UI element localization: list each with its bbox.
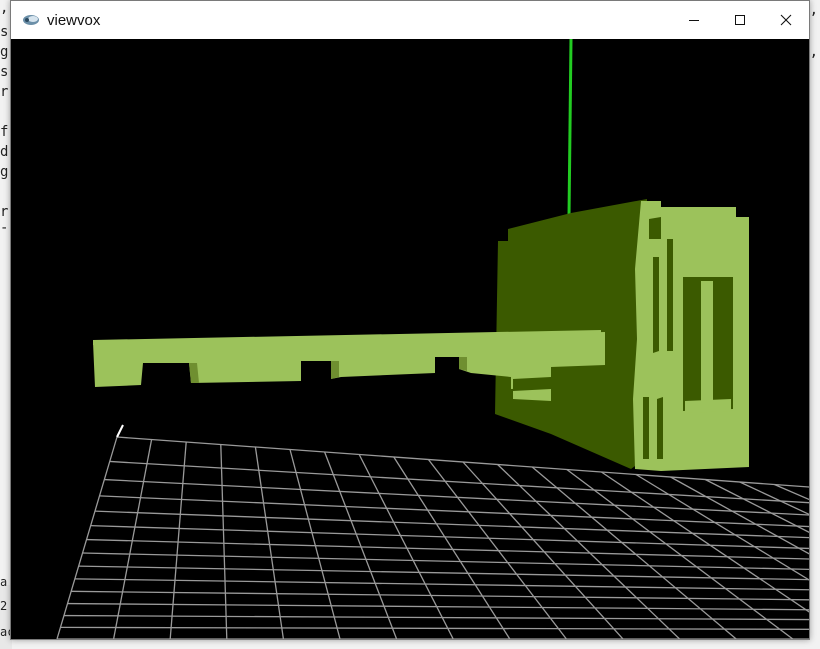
close-icon (780, 14, 792, 26)
model-shaft-shade (331, 361, 339, 379)
viewvox-window: viewvox (10, 0, 810, 640)
terminal-fragment: a (0, 575, 8, 589)
model-notch (649, 217, 661, 239)
model-notch (667, 239, 673, 351)
voxel-scene (56, 39, 809, 639)
title-bar[interactable]: viewvox (11, 1, 809, 39)
grid-line (704, 478, 809, 533)
viewvox-app-icon (19, 10, 43, 30)
terminal-fragment: d (0, 144, 9, 160)
minimize-button[interactable] (671, 1, 717, 39)
model-window-ledge (685, 399, 731, 413)
model-shaft-shade (513, 389, 551, 401)
grid-line (74, 578, 809, 591)
maximize-icon (735, 15, 745, 25)
terminal-fragment: s (0, 24, 9, 40)
terminal-fragment: g (0, 44, 9, 60)
terminal-fragment: - (0, 220, 9, 236)
grid-line (254, 446, 285, 639)
z-axis-line (567, 39, 573, 218)
grid-line (56, 436, 118, 639)
terminal-fragment: r (0, 84, 9, 100)
grid-line (739, 481, 809, 516)
grid-line (220, 444, 228, 639)
model-notch (653, 257, 659, 353)
key-model (93, 199, 749, 471)
grid-line (99, 495, 809, 528)
x-axis-line (116, 424, 124, 438)
terminal-fragment: , (809, 2, 818, 18)
model-window-inner (701, 281, 713, 407)
minimize-icon (689, 20, 699, 21)
grid-line (323, 451, 398, 639)
terminal-fragment: 2 (0, 599, 8, 613)
window-controls (671, 1, 809, 39)
grid-line (86, 538, 809, 560)
terminal-fragment: r (0, 204, 9, 220)
grid-line (71, 590, 809, 601)
grid-line (169, 441, 187, 639)
terminal-fragment: , (0, 0, 9, 16)
model-shaft-shade (459, 357, 467, 371)
grid-line (60, 626, 809, 630)
grid-line (289, 449, 341, 639)
terminal-fragment: s (0, 64, 9, 80)
grid-line (94, 510, 809, 539)
terminal-fragment: g (0, 164, 9, 180)
3d-viewport[interactable] (11, 39, 809, 639)
model-notch (643, 397, 649, 459)
grid-line (104, 478, 809, 516)
grid-line (63, 614, 809, 621)
window-title: viewvox (47, 11, 101, 29)
grid-line (112, 439, 153, 639)
close-button[interactable] (763, 1, 809, 39)
terminal-fragment: f (0, 124, 9, 140)
maximize-button[interactable] (717, 1, 763, 39)
model-notch (657, 397, 663, 459)
